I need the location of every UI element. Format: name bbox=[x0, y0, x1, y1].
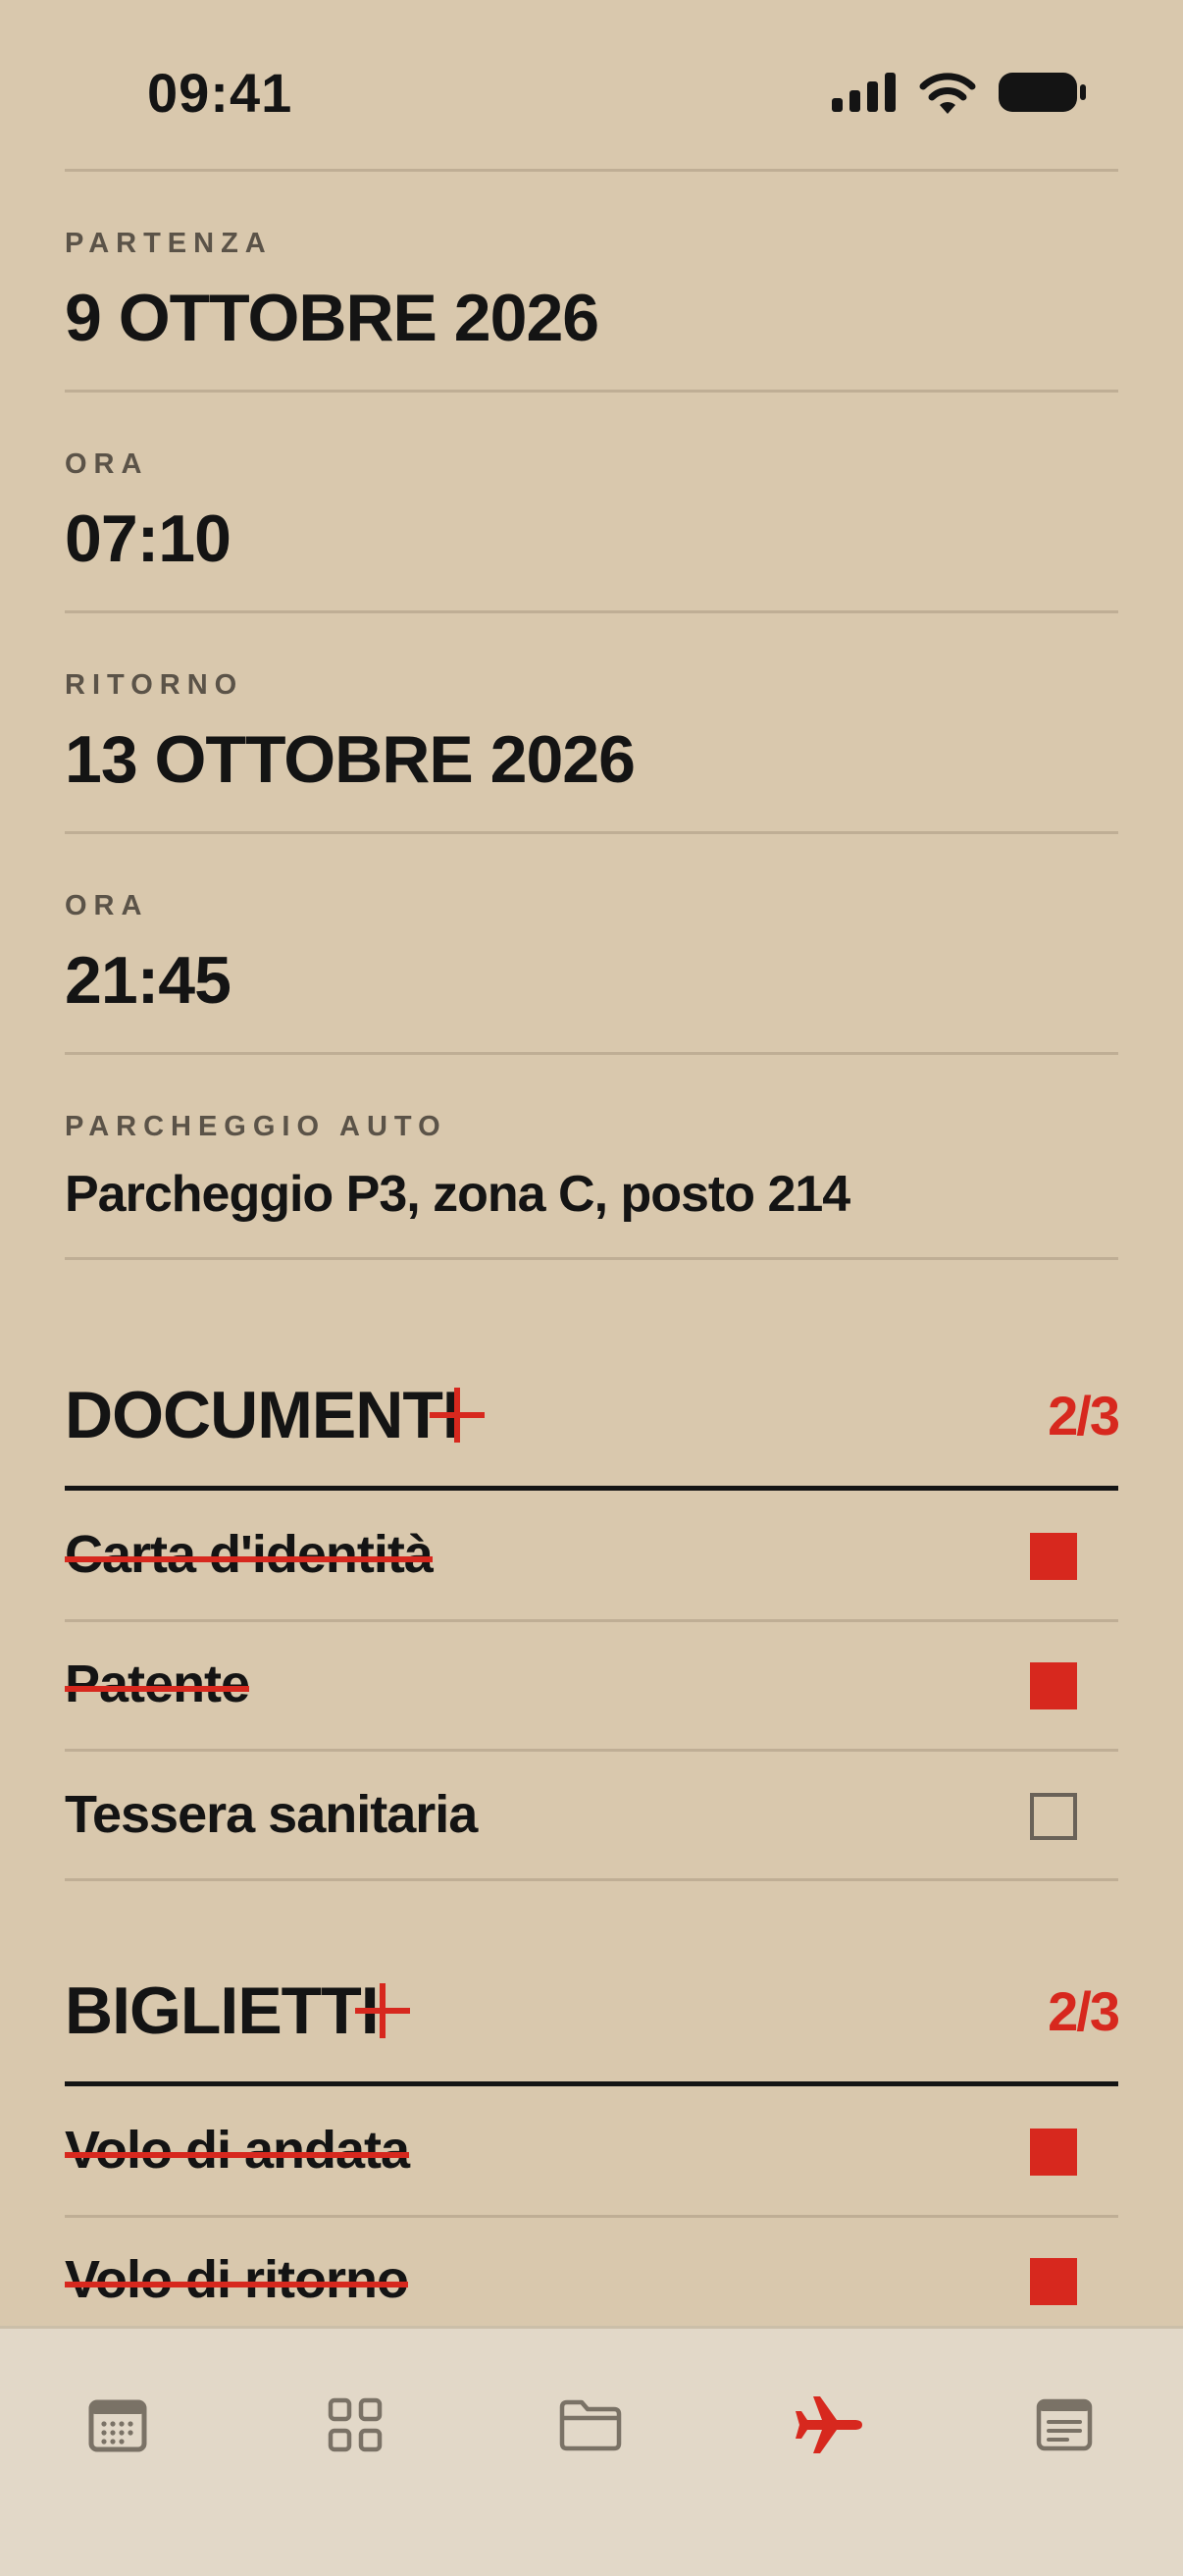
checkbox-carta-identita[interactable] bbox=[1030, 1533, 1077, 1580]
tab-bar bbox=[0, 2326, 1183, 2576]
field-value-partenza[interactable]: 9 OTTOBRE 2026 bbox=[65, 280, 599, 356]
list-item-label: Carta d'identità bbox=[65, 1525, 434, 1584]
tickets-count: 2/3 bbox=[1048, 1980, 1120, 2042]
divider bbox=[65, 1749, 1118, 1752]
field-label-partenza: PARTENZA bbox=[65, 228, 273, 259]
divider bbox=[65, 1052, 1118, 1055]
field-value-ritorno[interactable]: 13 OTTOBRE 2026 bbox=[65, 721, 636, 798]
checkbox-volo-andata[interactable] bbox=[1030, 2129, 1077, 2176]
section-divider bbox=[65, 2081, 1118, 2086]
strikethrough bbox=[65, 1686, 249, 1692]
battery-icon bbox=[999, 73, 1086, 112]
tab-folder[interactable] bbox=[541, 2376, 640, 2474]
section-title-biglietti: BIGLIETTI bbox=[65, 1973, 380, 2048]
strikethrough bbox=[65, 2152, 409, 2158]
calendar-icon bbox=[88, 2399, 147, 2452]
add-document-button[interactable] bbox=[430, 1388, 485, 1443]
divider bbox=[65, 1878, 1118, 1881]
grid-icon bbox=[328, 2397, 383, 2452]
list-item-label: Volo di ritorno bbox=[65, 2250, 409, 2309]
wifi-icon bbox=[919, 73, 976, 114]
airplane-icon bbox=[796, 2396, 862, 2453]
add-ticket-button[interactable] bbox=[355, 1983, 410, 2038]
section-divider bbox=[65, 1486, 1118, 1491]
field-value-parcheggio[interactable]: Parcheggio P3, zona C, posto 214 bbox=[65, 1165, 850, 1224]
field-label-ora-partenza: ORA bbox=[65, 448, 149, 480]
list-item-label: Patente bbox=[65, 1655, 250, 1713]
documents-count: 2/3 bbox=[1048, 1385, 1120, 1446]
checkbox-patente[interactable] bbox=[1030, 1662, 1077, 1709]
divider bbox=[65, 390, 1118, 393]
signal-icon bbox=[832, 73, 896, 112]
list-item-label: Tessera sanitaria bbox=[65, 1785, 478, 1844]
notes-icon bbox=[1036, 2398, 1093, 2451]
folder-icon bbox=[559, 2399, 622, 2451]
section-title-documenti: DOCUMENTI bbox=[65, 1378, 461, 1452]
tab-calendar[interactable] bbox=[69, 2376, 167, 2474]
divider bbox=[65, 1257, 1118, 1260]
divider bbox=[65, 169, 1118, 172]
field-label-parcheggio: PARCHEGGIO AUTO bbox=[65, 1111, 447, 1142]
checkbox-tessera-sanitaria[interactable] bbox=[1030, 1793, 1077, 1840]
list-item-volo-ritorno[interactable]: Volo di ritorno bbox=[65, 2249, 409, 2310]
tab-travel[interactable] bbox=[780, 2376, 878, 2474]
divider bbox=[65, 610, 1118, 613]
field-label-ora-ritorno: ORA bbox=[65, 890, 149, 921]
tab-grid[interactable] bbox=[306, 2376, 404, 2474]
field-label-ritorno: RITORNO bbox=[65, 669, 244, 701]
list-item-label: Volo di andata bbox=[65, 2121, 410, 2180]
status-time: 09:41 bbox=[147, 62, 293, 124]
field-value-ora-partenza[interactable]: 07:10 bbox=[65, 500, 231, 577]
list-item-carta-identita[interactable]: Carta d'identità bbox=[65, 1524, 434, 1585]
list-item-volo-andata[interactable]: Volo di andata bbox=[65, 2120, 410, 2181]
status-icons bbox=[832, 71, 1087, 114]
tab-notes[interactable] bbox=[1015, 2376, 1113, 2474]
list-item-patente[interactable]: Patente bbox=[65, 1654, 250, 1714]
strikethrough bbox=[65, 1556, 433, 1562]
list-item-tessera-sanitaria[interactable]: Tessera sanitaria bbox=[65, 1784, 478, 1845]
divider bbox=[65, 2215, 1118, 2218]
field-value-ora-ritorno[interactable]: 21:45 bbox=[65, 942, 231, 1019]
checkbox-volo-ritorno[interactable] bbox=[1030, 2258, 1077, 2305]
divider bbox=[65, 831, 1118, 834]
status-bar: 09:41 bbox=[0, 0, 1183, 167]
divider bbox=[65, 1619, 1118, 1622]
strikethrough bbox=[65, 2282, 408, 2287]
